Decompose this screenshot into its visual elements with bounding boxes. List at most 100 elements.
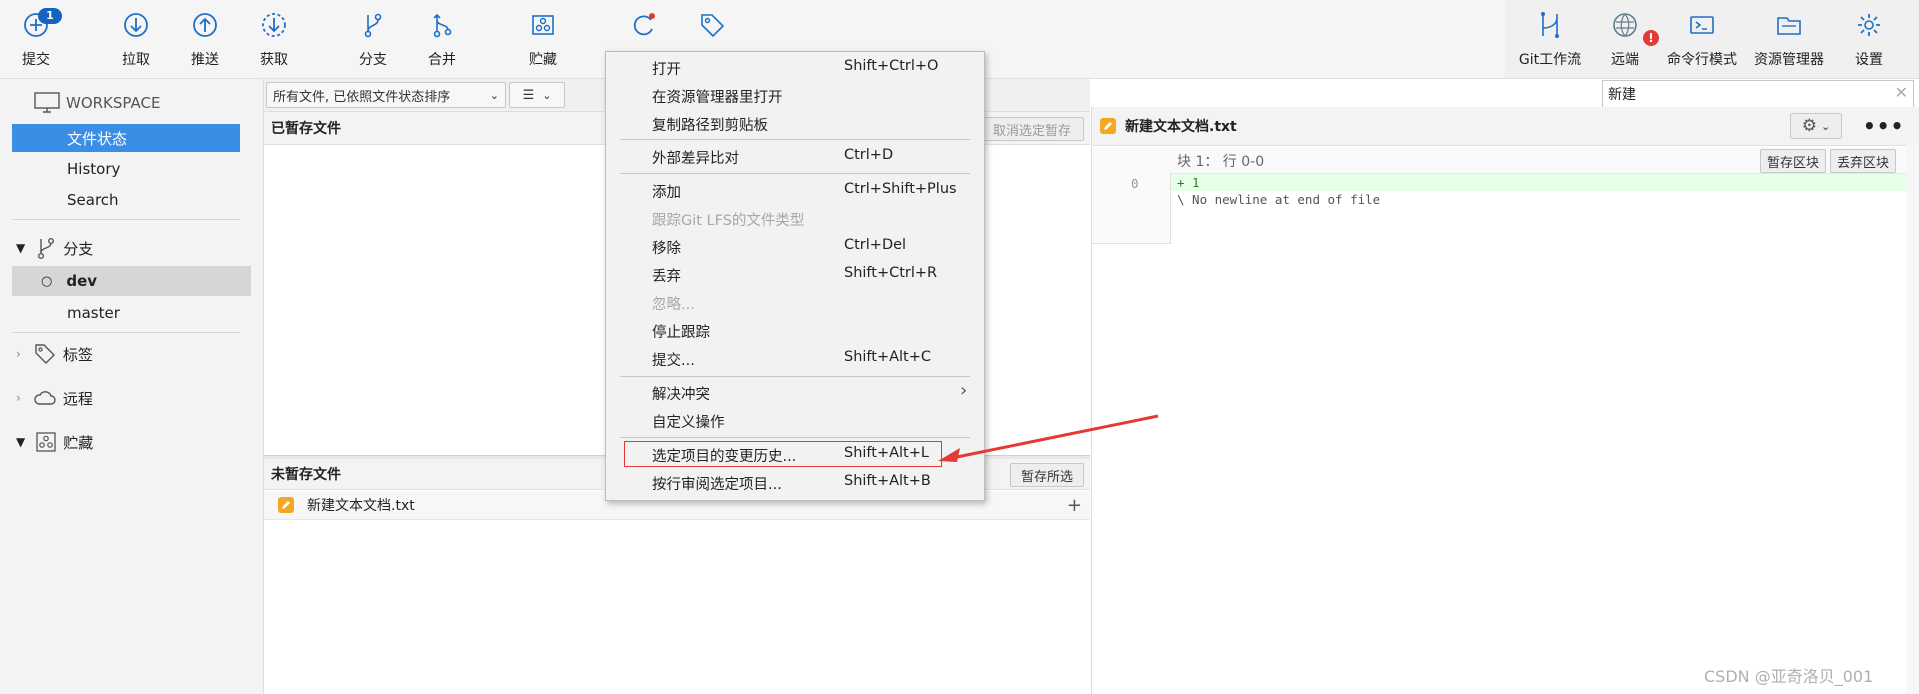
current-branch-icon: ○ — [41, 273, 53, 289]
menu-item-external-diff[interactable]: 外部差异比对 Ctrl+D — [606, 143, 984, 169]
sidebar-item-file-status[interactable]: 文件状态 — [12, 124, 240, 152]
menu-item-commit[interactable]: 提交... Shift+Alt+C — [606, 345, 984, 371]
menu-item-shortcut: Shift+Alt+B — [844, 473, 931, 489]
git-flow-icon — [1541, 12, 1559, 38]
menu-item-shortcut: Shift+Ctrl+R — [844, 265, 938, 281]
menu-item-label: 忽略... — [652, 297, 695, 313]
remotes-label: 远程 — [62, 389, 93, 408]
chevron-down-icon: ⌄ — [489, 88, 499, 102]
menu-item-label: 跟踪Git LFS的文件类型 — [652, 213, 805, 229]
settings-button[interactable]: 设置 — [1851, 6, 1887, 72]
menu-item-open-in-explorer[interactable]: 在资源管理器里打开 — [606, 82, 984, 108]
clear-search-icon[interactable]: ✕ — [1895, 83, 1908, 102]
sidebar-remotes-header[interactable]: › 远程 — [12, 384, 240, 412]
search-input[interactable]: 新建 ✕ — [1602, 80, 1914, 108]
view-mode-select[interactable]: ☰ ⌄ — [509, 82, 565, 108]
hunk-header: 块 1： 行 0-0 暂存区块 丢弃区块 — [1092, 147, 1919, 174]
sidebar-tags-header[interactable]: › 标签 — [12, 340, 240, 368]
fetch-button[interactable]: 获取 — [256, 6, 292, 72]
cloud-icon — [34, 391, 56, 405]
modified-file-icon — [1100, 118, 1116, 134]
menu-item-label: 丢弃 — [652, 269, 681, 285]
diff-header: 新建文本文档.txt ⚙ ⌄ ••• — [1092, 107, 1919, 146]
branches-label: 分支 — [63, 239, 94, 258]
annotation-highlight-box — [624, 441, 942, 467]
more-options-icon[interactable]: ••• — [1863, 114, 1904, 138]
pull-icon — [124, 13, 148, 37]
discard-hunk-button[interactable]: 丢弃区块 — [1830, 149, 1896, 173]
stage-file-plus-icon[interactable]: + — [1067, 495, 1082, 516]
tag-icon — [701, 14, 725, 38]
stage-hunk-label: 暂存区块 — [1766, 155, 1819, 171]
sidebar-workspace-header: WORKSPACE — [12, 89, 240, 117]
added-line: + 1 — [1171, 174, 1906, 191]
tag-icon — [35, 344, 55, 364]
push-label: 推送 — [191, 52, 219, 68]
menu-item-copy-path[interactable]: 复制路径到剪贴板 — [606, 110, 984, 136]
explorer-label: 资源管理器 — [1754, 52, 1824, 68]
explorer-button[interactable]: 资源管理器 — [1751, 6, 1827, 72]
line-number: 0 — [1131, 176, 1139, 191]
menu-item-label: 复制路径到剪贴板 — [652, 118, 768, 134]
submenu-arrow-icon: › — [960, 380, 968, 401]
branch-button[interactable]: 分支 — [355, 6, 391, 72]
menu-item-label: 移除 — [652, 241, 681, 257]
diff-options-button[interactable]: ⚙ ⌄ — [1790, 113, 1842, 139]
menu-item-shortcut: Shift+Alt+C — [844, 349, 932, 365]
menu-item-remove[interactable]: 移除 Ctrl+Del — [606, 233, 984, 259]
terminal-icon — [1690, 16, 1714, 34]
git-flow-label: Git工作流 — [1518, 52, 1582, 68]
git-flow-button[interactable]: Git工作流 — [1512, 6, 1588, 72]
unstage-selected-button[interactable]: 取消选定暂存 — [980, 117, 1084, 141]
sidebar-branch-dev[interactable]: ○ dev — [12, 266, 251, 296]
gear-icon: ⚙ — [1801, 116, 1818, 136]
stage-hunk-button[interactable]: 暂存区块 — [1760, 149, 1826, 173]
menu-item-stop-tracking[interactable]: 停止跟踪 — [606, 317, 984, 343]
fetch-icon — [262, 13, 286, 37]
menu-item-label: 自定义操作 — [652, 415, 725, 431]
chevron-right-icon: › — [16, 391, 21, 405]
menu-item-resolve-conflicts[interactable]: 解决冲突 › — [606, 379, 984, 405]
terminal-button[interactable]: 命令行模式 — [1663, 6, 1741, 72]
list-icon: ☰ — [522, 87, 535, 103]
file-filter-select[interactable]: 所有文件, 已依照文件状态排序 ⌄ — [266, 82, 506, 108]
menu-item-add[interactable]: 添加 Ctrl+Shift+Plus — [606, 177, 984, 203]
remote-button[interactable]: ! 远端 — [1605, 6, 1659, 72]
menu-item-custom-actions[interactable]: 自定义操作 — [606, 407, 984, 433]
sidebar-item-history[interactable]: History — [12, 155, 240, 183]
menu-item-shortcut: Ctrl+Shift+Plus — [844, 181, 957, 197]
stash-button[interactable]: 贮藏 — [524, 6, 562, 72]
menu-separator — [620, 139, 970, 140]
chevron-down-icon: ▼ — [16, 435, 26, 449]
remote-label: 远端 — [1611, 52, 1639, 68]
stashes-label: 贮藏 — [63, 433, 94, 452]
menu-item-blame-selected[interactable]: 按行审阅选定项目... Shift+Alt+B — [606, 469, 984, 495]
sidebar-stashes-header[interactable]: ▼ 贮藏 — [12, 428, 240, 456]
remote-warning-badge: ! — [1643, 30, 1659, 46]
push-icon — [193, 13, 217, 37]
chevron-down-icon: ▼ — [16, 241, 26, 255]
sidebar-item-search[interactable]: Search — [12, 186, 240, 214]
commit-button[interactable]: 1 提交 — [16, 6, 62, 72]
merge-icon — [433, 13, 452, 38]
sidebar-divider — [12, 219, 240, 220]
merge-label: 合并 — [428, 52, 456, 68]
pull-button[interactable]: 拉取 — [118, 6, 154, 72]
menu-item-discard[interactable]: 丢弃 Shift+Ctrl+R — [606, 261, 984, 287]
sidebar-branches-header[interactable]: ▼ 分支 — [12, 234, 240, 262]
sidebar-item-label: 文件状态 — [67, 129, 128, 148]
unstage-selected-label: 取消选定暂存 — [992, 123, 1071, 139]
commit-label: 提交 — [22, 52, 50, 68]
file-name: 新建文本文档.txt — [307, 498, 415, 514]
modified-file-icon — [278, 497, 294, 513]
scrollbar[interactable] — [1906, 145, 1919, 694]
branch-icon — [38, 238, 55, 260]
menu-item-open[interactable]: 打开 Shift+Ctrl+O — [606, 54, 984, 80]
globe-icon — [1613, 13, 1637, 37]
merge-button[interactable]: 合并 — [424, 6, 460, 72]
added-line-text: + 1 — [1177, 175, 1200, 190]
menu-item-label: 添加 — [652, 185, 681, 201]
push-button[interactable]: 推送 — [187, 6, 223, 72]
sidebar-branch-master[interactable]: master — [12, 299, 240, 327]
stash-icon — [36, 432, 56, 452]
